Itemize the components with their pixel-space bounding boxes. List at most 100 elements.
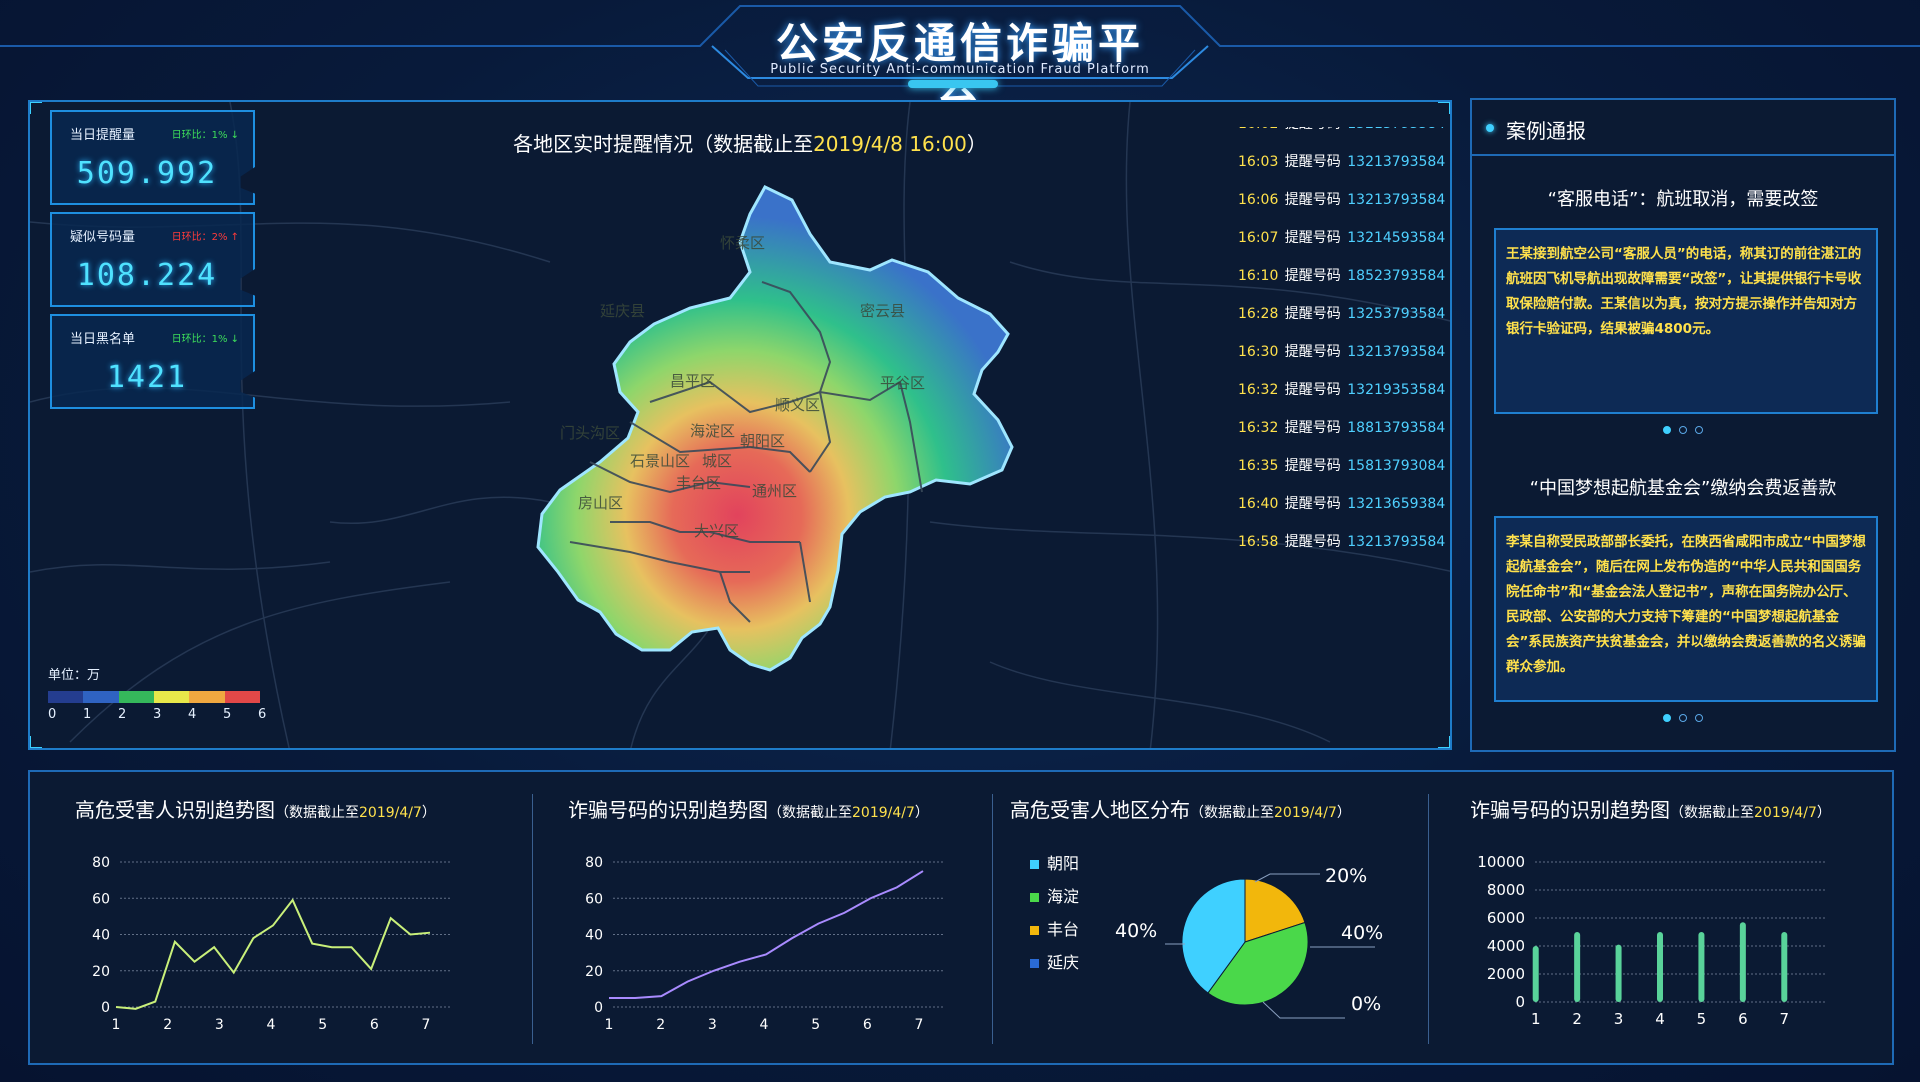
case-panel-heading: 案例通报 <box>1506 119 1586 143</box>
x-tick-label: 4 <box>1655 1010 1665 1028</box>
feed-label: 提醒号码 <box>1280 382 1346 398</box>
feed-row: 16:35 提醒号码 15813793084 <box>1238 457 1450 495</box>
pie-label: 40% <box>1341 922 1383 944</box>
y-tick-label: 60 <box>92 891 110 907</box>
carousel-dot[interactable] <box>1663 426 1671 434</box>
stat-label: 当日提醒量 <box>70 128 136 143</box>
legend-swatch <box>118 691 154 703</box>
pie-legend-label: 朝阳 <box>1047 854 1080 873</box>
map-panel: 各地区实时提醒情况（数据截止至2019/4/8 16:00） 怀柔区 延庆县 密… <box>28 100 1452 750</box>
carousel-dot[interactable] <box>1679 714 1687 722</box>
district-label: 丰台区 <box>676 474 722 492</box>
feed-time: 16:06 <box>1238 192 1279 208</box>
pie-legend-label: 海淀 <box>1047 887 1080 906</box>
chart-title-text: 诈骗号码的识别趋势图 <box>568 798 768 822</box>
x-tick-label: 2 <box>656 1017 665 1033</box>
x-tick-label: 4 <box>760 1017 769 1033</box>
y-tick-label: 40 <box>92 928 110 944</box>
chart-date: 2019/4/7 <box>1274 805 1337 821</box>
chart-date-prefix: （数据截止至 <box>275 805 359 821</box>
pie-legend-label: 延庆 <box>1047 953 1080 972</box>
feed-time: 16:10 <box>1238 268 1279 284</box>
feed-row: 16:40 提醒号码 13213659384 <box>1238 495 1450 533</box>
y-tick-label: 0 <box>594 1000 603 1016</box>
stat-value: 108.224 <box>76 258 218 293</box>
pie-legend-label: 丰台 <box>1047 920 1080 939</box>
feed-row: 16:02 提醒号码 13213793584 <box>1238 127 1450 153</box>
legend-swatch <box>83 691 119 703</box>
chart-title: 高危受害人地区分布（数据截止至2019/4/7） <box>1010 794 1351 823</box>
carousel-dot[interactable] <box>1679 426 1687 434</box>
x-tick-label: 7 <box>422 1017 431 1033</box>
stat-change: 日环比：1% ↓ <box>171 130 239 141</box>
x-tick-label: 1 <box>112 1017 121 1033</box>
victim-trend-line-chart: 0 20 40 60 80 1 2 3 4 5 6 7 <box>92 855 450 1033</box>
stat-card-blacklist: 当日黑名单 日环比：1% ↓ 1421 <box>50 314 255 409</box>
legend-swatch <box>48 691 84 703</box>
legend-ticks: 0 1 2 3 4 5 6 <box>48 707 278 725</box>
legend-swatch <box>189 691 225 703</box>
x-tick-label: 2 <box>163 1017 172 1033</box>
legend-tick: 5 <box>223 707 232 722</box>
feed-number: 13219353584 <box>1347 382 1446 398</box>
carousel-dot[interactable] <box>1695 426 1703 434</box>
feed-label: 提醒号码 <box>1280 268 1346 284</box>
carousel-dot[interactable] <box>1663 714 1671 722</box>
district-label: 顺义区 <box>775 396 821 414</box>
feed-label: 提醒号码 <box>1280 458 1346 474</box>
legend-tick: 2 <box>118 707 127 722</box>
feed-number: 18523793584 <box>1347 268 1446 284</box>
y-tick-label: 8000 <box>1487 881 1525 899</box>
feed-row: 16:07 提醒号码 13214593584 <box>1238 229 1450 267</box>
feed-row: 16:58 提醒号码 13213793584 <box>1238 533 1450 553</box>
chart-date-suffix: ） <box>1336 805 1351 821</box>
x-tick-label: 6 <box>370 1017 379 1033</box>
y-tick-label: 80 <box>92 855 110 871</box>
x-tick-label: 3 <box>1614 1010 1624 1028</box>
case-title: “中国梦想起航基金会”缴纳会费返善款 <box>1529 478 1837 499</box>
stat-card-suspect-numbers: 疑似号码量 日环比：2% ↑ 108.224 <box>50 212 255 307</box>
feed-time: 16:02 <box>1238 127 1278 132</box>
district-label: 城区 <box>702 452 733 470</box>
feed-row: 16:10 提醒号码 18523793584 <box>1238 267 1450 305</box>
feed-label: 提醒号码 <box>1280 192 1346 208</box>
legend-tick: 0 <box>48 707 57 722</box>
stat-change: 日环比：1% ↓ <box>171 334 239 345</box>
feed-label: 提醒号码 <box>1280 154 1346 170</box>
feed-label: 提醒号码 <box>1280 534 1346 550</box>
chart-date: 2019/4/7 <box>1754 805 1817 821</box>
feed-label: 提醒号码 <box>1280 127 1345 132</box>
pie-legend-item: 丰台 <box>1030 916 1079 940</box>
y-tick-label: 0 <box>1515 993 1525 1011</box>
district-label: 怀柔区 <box>720 234 766 252</box>
district-label: 昌平区 <box>670 372 716 390</box>
stat-value: 509.992 <box>76 156 218 191</box>
chart-title: 诈骗号码的识别趋势图（数据截止至2019/4/7） <box>1470 794 1831 823</box>
feed-time: 16:35 <box>1238 458 1279 474</box>
district-label: 房山区 <box>578 494 624 512</box>
divider <box>532 794 533 1044</box>
carousel-dot[interactable] <box>1695 714 1703 722</box>
bottom-charts-panel: 高危受害人识别趋势图（数据截止至2019/4/7） 0 20 40 60 80 1 2 3 4 5… <box>28 770 1894 1065</box>
feed-label: 提醒号码 <box>1280 496 1346 512</box>
chart-title-text: 高危受害人识别趋势图 <box>75 798 275 822</box>
legend-swatch <box>224 691 260 703</box>
x-tick-label: 3 <box>708 1017 717 1033</box>
divider <box>1428 794 1429 1044</box>
stat-label: 疑似号码量 <box>70 230 136 245</box>
bar <box>1615 944 1622 1002</box>
legend-swatch <box>1030 926 1039 935</box>
chart-title: 高危受害人识别趋势图（数据截止至2019/4/7） <box>75 794 436 823</box>
feed-label: 提醒号码 <box>1280 420 1346 436</box>
x-tick-label: 7 <box>1780 1010 1790 1028</box>
chart-date-suffix: ） <box>1816 805 1831 821</box>
feed-label: 提醒号码 <box>1280 230 1346 246</box>
fraud-number-line-chart: 0 20 40 60 80 1 2 3 4 5 6 7 <box>585 855 943 1033</box>
reminder-feed[interactable]: 16:02 提醒号码 1321379358416:03 提醒号码 1321379… <box>1238 127 1450 553</box>
feed-number: 18813793584 <box>1347 420 1446 436</box>
chart-date-suffix: ） <box>914 805 929 821</box>
stat-change: 日环比：2% ↑ <box>171 232 239 243</box>
y-tick-label: 10000 <box>1477 853 1525 871</box>
header-accent-bar <box>908 80 998 88</box>
feed-number: 15813793084 <box>1347 458 1446 474</box>
